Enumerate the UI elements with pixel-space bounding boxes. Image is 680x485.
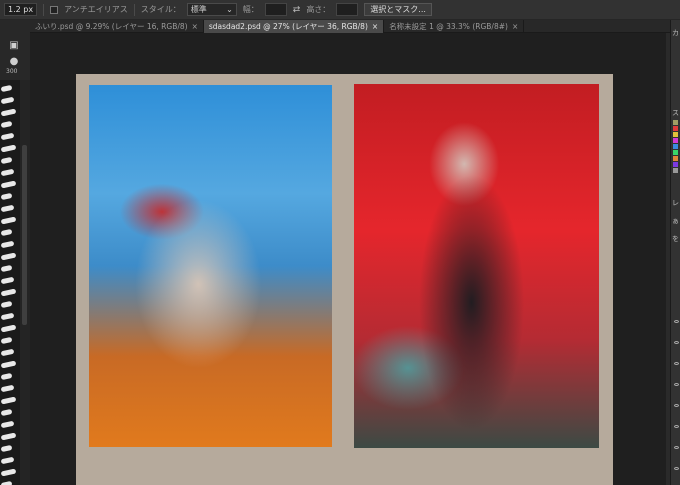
brush-preset-stroke[interactable] [0,360,17,369]
brush-preset-stroke[interactable] [0,192,13,201]
layer-visibility-eye-icon[interactable] [674,404,679,407]
brush-preset-stroke[interactable] [0,348,15,357]
brush-preset-stroke[interactable] [0,168,15,177]
width-field[interactable] [264,3,287,16]
canvas-area[interactable] [30,33,666,485]
brush-settings-icon[interactable]: ▣ [8,40,20,52]
brush-preset-stroke[interactable] [0,300,13,309]
height-label: 高さ： [306,5,331,14]
color-panel-tab[interactable]: カ [672,28,679,38]
color-swatch[interactable] [673,144,678,149]
tab-label: ふいり.psd @ 9.29% (レイヤー 16, RGB/8) [35,22,188,31]
illustration-right [354,84,599,448]
layers-panel-tab[interactable]: レ [672,198,679,208]
divider [133,3,135,16]
color-swatch[interactable] [673,174,678,179]
color-swatch[interactable] [673,126,678,131]
brush-preset-stroke[interactable] [0,288,17,297]
document-tabs: ふいり.psd @ 9.29% (レイヤー 16, RGB/8) × sdasd… [30,20,670,33]
chevron-down-icon: ⌄ [226,5,233,14]
brush-preset-stroke[interactable] [0,444,13,453]
color-swatch[interactable] [673,120,678,125]
color-swatch[interactable] [673,132,678,137]
tab-document-1[interactable]: ふいり.psd @ 9.29% (レイヤー 16, RGB/8) × [30,20,204,33]
brush-preset-stroke[interactable] [0,432,17,441]
close-icon[interactable]: × [372,20,378,33]
layer-visibility-eye-icon[interactable] [674,446,679,449]
brush-preset-stroke[interactable] [0,456,15,465]
color-swatch[interactable] [673,168,678,173]
style-value: 標準 [190,5,207,14]
select-and-mask-button[interactable]: 選択とマスク... [364,3,432,16]
layer-visibility-eye-icon[interactable] [674,362,679,365]
stroke-width-field[interactable]: 1.2 px [4,3,38,16]
brush-preset-stroke[interactable] [0,372,13,381]
swatches-panel-tab[interactable]: ス [672,108,679,118]
brush-preset-stroke[interactable] [0,240,15,249]
scrollbar-thumb[interactable] [22,145,27,325]
layer-visibility-eye-icon[interactable] [674,341,679,344]
brush-preset-stroke[interactable] [0,384,15,393]
height-field[interactable] [336,3,359,16]
brush-preset-stroke[interactable] [0,420,15,429]
brush-preset-stroke[interactable] [0,480,13,485]
brush-preset-stroke[interactable] [0,324,17,333]
illustration-left [89,85,332,447]
tab-label: sdasdad2.psd @ 27% (レイヤー 36, RGB/8) [208,22,368,31]
brush-presets-list[interactable] [0,80,20,485]
layer-visibility-eye-icon[interactable] [674,467,679,470]
layer-visibility-eye-icon[interactable] [674,425,679,428]
brush-preset-stroke[interactable] [0,408,13,417]
brush-preset-stroke[interactable] [0,468,17,477]
brush-preset-stroke[interactable] [0,144,17,153]
width-label: 幅： [242,5,259,14]
style-label: スタイル： [140,5,181,14]
color-swatch[interactable] [673,138,678,143]
color-swatch[interactable] [673,162,678,167]
brush-size-value: 300 [6,68,18,75]
antialias-label: アンチエイリアス [64,5,128,14]
brush-preset-stroke[interactable] [0,180,17,189]
close-icon[interactable]: × [192,20,198,33]
tab-document-3[interactable]: 名称未設定 1 @ 33.3% (RGB/8#) × [384,20,525,33]
layer-option-label: を [672,235,679,243]
brush-preset-stroke[interactable] [0,228,13,237]
layer-visibility-eye-icon[interactable] [674,383,679,386]
brush-preset-stroke[interactable] [0,276,15,285]
style-dropdown[interactable]: 標準 ⌄ [186,3,237,16]
brush-preset-stroke[interactable] [0,252,17,261]
layer-filter-label: ぁ [672,217,679,225]
brush-panel-header: ▣ ● 300 [0,20,30,80]
brush-preset-stroke[interactable] [0,96,15,105]
brush-preset-stroke[interactable] [0,132,15,141]
color-swatch[interactable] [673,156,678,161]
brush-preset-stroke[interactable] [0,108,17,117]
brush-preset-stroke[interactable] [0,336,13,345]
color-swatch[interactable] [673,150,678,155]
divider [43,3,45,16]
brush-preset-stroke[interactable] [0,84,13,93]
document-canvas[interactable] [76,74,613,485]
options-bar: 1.2 px アンチエイリアス スタイル： 標準 ⌄ 幅： ⇄ 高さ： 選択とマ… [0,0,680,20]
layer-visibility-eye-icon[interactable] [674,320,679,323]
brush-preset-stroke[interactable] [0,396,17,405]
brush-preset-stroke[interactable] [0,204,15,213]
right-panels: カ ス レ ぁ を [670,20,680,485]
brush-preset-stroke[interactable] [0,120,13,129]
tab-label: 名称未設定 1 @ 33.3% (RGB/8#) [389,22,508,31]
brush-preset-stroke[interactable] [0,216,17,225]
swap-icon[interactable]: ⇄ [293,5,301,15]
brush-preset-stroke[interactable] [0,312,15,321]
brush-preset-stroke[interactable] [0,156,13,165]
antialias-checkbox[interactable] [50,5,59,14]
brush-preset-stroke[interactable] [0,264,13,273]
brush-tip-icon[interactable]: ● [8,56,20,68]
close-icon[interactable]: × [512,20,518,33]
brush-presets-scrollbar[interactable] [20,80,30,485]
tab-document-2[interactable]: sdasdad2.psd @ 27% (レイヤー 36, RGB/8) × [203,20,385,33]
